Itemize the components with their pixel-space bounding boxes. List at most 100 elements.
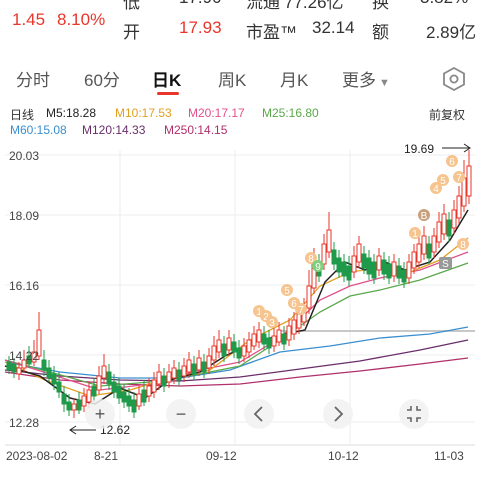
svg-text:B: B [421,211,428,222]
minus-icon: − [176,404,187,424]
amount-label: 额 [372,23,389,42]
candle-body [116,385,122,399]
low-label: 低 [123,0,140,12]
candle-body [56,381,62,393]
marker-badge: 8 [457,238,469,251]
kline-chart[interactable]: 1 2 3 5 6 7 8 9 1 B 4 5 6 7 8 S 19.69 12… [0,140,480,480]
candle-body [181,365,187,377]
marker-badge: B [418,209,430,222]
candle-body [441,213,447,235]
candle-body [411,251,417,269]
candle-body [386,263,392,279]
candle-body [296,313,302,329]
candle-body [331,249,337,265]
tab-more[interactable]: 更多 ▼ [342,66,390,91]
candle-body [176,369,182,381]
tab-more-label: 更多 [342,71,376,90]
candle-body [341,261,347,277]
candle-body [146,385,152,397]
circ-label: 流通 [246,0,280,12]
circ-value: 77.26亿 [284,0,344,12]
candle-body [171,367,177,379]
open-label: 开 [123,23,140,42]
candle-body [421,235,427,255]
zoom-in-button[interactable]: + [85,399,115,429]
candle-body [466,165,472,197]
candle-body [391,261,397,277]
x-tick: 2023-08-02 [6,449,68,463]
settings-hexagon-icon[interactable] [441,66,467,92]
candle-body [211,345,217,361]
candle-body [111,381,117,393]
svg-text:1: 1 [412,229,418,240]
candle-body [271,335,277,347]
candle-body [121,391,127,403]
candle-body [306,285,312,309]
pan-left-button[interactable] [244,399,274,429]
svg-text:5: 5 [440,176,446,187]
y-tick: 16.16 [9,279,39,293]
candle-body [61,393,67,405]
pe-label: 市盈™ [246,23,297,42]
tab-intraday[interactable]: 分时 [16,66,50,91]
ma120-value: M120:14.33 [82,123,146,137]
low-value: 17.90 [179,0,222,8]
svg-text:5: 5 [284,286,290,297]
candle-body [86,389,92,403]
svg-text:4: 4 [433,184,439,195]
y-axis: 20.03 18.09 16.16 14.22 12.28 [9,149,39,430]
candle-body [16,367,22,375]
svg-text:6: 6 [449,157,455,168]
candle-body [96,375,102,391]
candle-body [241,345,247,357]
candle-body [196,357,202,371]
quote-header: 1.45 8.10% 低 17.90 流通 77.26亿 换 3.82% 开 1… [0,0,480,46]
svg-text:3: 3 [269,318,275,329]
candle-body [51,373,57,385]
candle-body [246,339,252,353]
open-value: 17.93 [179,18,222,37]
turnover-value: 3.82% [420,0,468,8]
candle-body [461,177,467,207]
tab-weekly-k[interactable]: 周K [218,66,246,91]
candle-body [186,359,192,373]
ma5-line [4,209,469,405]
candle-body [406,261,412,279]
chart-grid [5,150,475,446]
adjust-mode[interactable]: 前复权 [429,106,465,123]
period-tabs: 分时 60分 日K 周K 月K 更多 ▼ [0,58,480,98]
zoom-out-button[interactable]: − [166,399,196,429]
candle-body [321,243,327,265]
active-tab-indicator [157,92,179,95]
marker-badge: 5 [281,284,293,297]
svg-text:9: 9 [315,262,321,273]
chevron-down-icon: ▼ [379,77,390,89]
ma60-value: M60:15.08 [10,123,67,137]
tab-daily-k[interactable]: 日K [152,66,181,91]
turnover-label: 换 [372,0,389,12]
x-tick: 11-03 [434,449,464,463]
candle-body [6,361,12,371]
candle-body [91,385,97,397]
high-marker: 19.69 [404,142,471,156]
fullscreen-button[interactable] [399,399,429,429]
y-tick: 20.03 [9,149,39,163]
period-label: 日线 [10,108,35,122]
candle-body [136,393,142,407]
ma250-value: M250:14.15 [164,123,228,137]
candle-body [236,347,242,359]
tab-60min[interactable]: 60分 [84,66,120,91]
candle-body [291,319,297,335]
candle-body [191,363,197,375]
ma10-value: M10:17.53 [115,106,172,120]
tab-monthly-k[interactable]: 月K [280,66,308,91]
pan-right-button[interactable] [323,399,353,429]
candle-body [161,375,167,387]
candle-body [276,329,282,343]
candle-body [221,343,227,357]
svg-text:8: 8 [460,240,466,251]
candle-body [201,361,207,373]
svg-text:S: S [442,259,449,270]
candle-body [101,365,107,379]
svg-text:7: 7 [298,305,304,316]
